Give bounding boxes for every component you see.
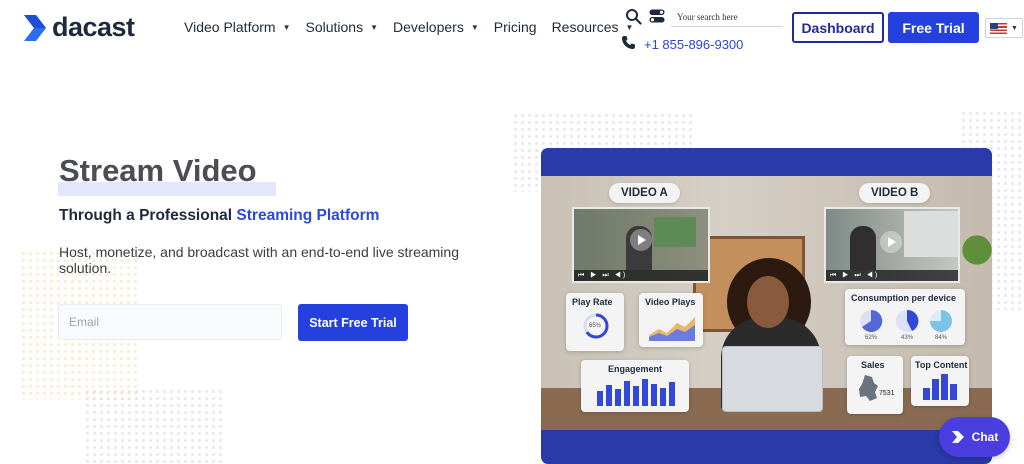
card-title: Sales: [861, 360, 885, 370]
device-share: 84%: [935, 335, 948, 341]
consumption-card: Consumption per device 62% 43% 84%: [845, 289, 965, 345]
pie-chart: [896, 309, 919, 332]
chart-bar: [642, 379, 648, 406]
chart-bar: [597, 390, 603, 406]
engagement-card: Engagement: [581, 360, 689, 412]
chart-bar: [633, 386, 639, 406]
toggle-icon[interactable]: [649, 9, 665, 23]
nav-developers[interactable]: Developers ▼: [393, 19, 479, 35]
hero-subtitle: Through a Professional Streaming Platfor…: [59, 207, 379, 225]
chart-bar: [651, 383, 657, 406]
engagement-bar-chart: [597, 378, 675, 406]
pie-chart: [860, 309, 883, 332]
thumb-person: [850, 226, 876, 270]
site-header: dacast Video Platform ▼ Solutions ▼ Develo…: [0, 0, 1024, 60]
nav-resources[interactable]: Resources ▼: [552, 19, 634, 35]
wall-panel: [904, 211, 958, 257]
us-flag-icon: [990, 22, 1007, 34]
nav-pricing[interactable]: Pricing: [494, 19, 537, 35]
chart-bar: [932, 379, 939, 400]
main-nav: Video Platform ▼ Solutions ▼ Developers ▼ P…: [184, 19, 648, 35]
device-share: 62%: [865, 335, 878, 341]
dacast-logo-icon: [24, 14, 46, 41]
product-video[interactable]: VIDEO A VIDEO B ⏮ ▶ ⏭ ◀) ⏮ ▶ ⏭ ◀) Play R…: [541, 148, 992, 464]
subtitle-accent: Streaming Platform: [236, 207, 380, 224]
start-free-trial-button[interactable]: Start Free Trial: [298, 304, 408, 341]
chart-bar: [624, 380, 630, 406]
device-share: 43%: [901, 335, 914, 341]
nav-label: Pricing: [493, 19, 537, 35]
hero-title: Stream Video: [59, 153, 257, 188]
whiteboard: [654, 217, 696, 247]
nav-solutions[interactable]: Solutions ▼: [306, 19, 379, 35]
phone-number[interactable]: +1 855-896-9300: [644, 37, 743, 52]
chart-bar: [615, 389, 621, 406]
card-title: Top Content: [915, 360, 968, 370]
chart-bar: [923, 388, 930, 400]
email-field[interactable]: [58, 304, 282, 340]
chat-logo-icon: [951, 431, 964, 443]
language-selector[interactable]: ▼: [985, 18, 1023, 38]
play-icon[interactable]: [880, 231, 902, 253]
sales-card: Sales 7531: [847, 356, 903, 414]
search-input[interactable]: [671, 7, 783, 27]
caret-down-icon: ▼: [470, 22, 479, 32]
nav-label: Resources: [551, 19, 619, 35]
player-controls: ⏮ ▶ ⏭ ◀): [826, 270, 958, 281]
video-plays-card: Video Plays: [639, 293, 703, 347]
card-title: Consumption per device: [851, 293, 957, 303]
card-title: Engagement: [607, 364, 662, 374]
nav-video-platform[interactable]: Video Platform ▼: [184, 19, 291, 35]
play-rate-card: Play Rate 65%: [566, 293, 624, 351]
card-title: Play Rate: [572, 297, 613, 307]
video-a-thumbnail[interactable]: ⏮ ▶ ⏭ ◀): [572, 207, 710, 283]
laptop: [722, 346, 823, 412]
chat-button[interactable]: Chat: [939, 417, 1010, 457]
card-title: Video Plays: [645, 297, 696, 307]
subtitle-prefix: Through a Professional: [59, 207, 237, 224]
chat-label: Chat: [971, 430, 999, 444]
chart-bar: [606, 385, 612, 406]
free-trial-button[interactable]: Free Trial: [888, 12, 979, 43]
play-icon[interactable]: [630, 229, 652, 251]
map-icon: [859, 375, 878, 401]
top-content-bar-chart: [923, 374, 957, 400]
caret-down-icon: ▼: [1011, 24, 1018, 32]
dacast-logo[interactable]: dacast: [22, 12, 135, 43]
presenter-face: [747, 276, 789, 328]
video-b-label: VIDEO B: [859, 183, 931, 203]
top-content-card: Top Content: [911, 356, 969, 406]
player-controls: ⏮ ▶ ⏭ ◀): [574, 270, 708, 281]
area-chart: [649, 317, 695, 341]
pie-chart: [930, 310, 952, 332]
search-icon[interactable]: [625, 8, 642, 25]
video-a-label: VIDEO A: [609, 183, 680, 203]
chart-bar: [941, 374, 948, 400]
chart-bar: [950, 384, 957, 400]
chart-bar: [660, 387, 666, 406]
plant: [957, 226, 992, 286]
caret-down-icon: ▼: [370, 22, 379, 32]
sales-value: 7531: [879, 390, 895, 397]
video-b-thumbnail[interactable]: ⏮ ▶ ⏭ ◀): [824, 207, 960, 283]
nav-label: Developers: [393, 19, 464, 35]
chart-bar: [669, 382, 675, 406]
nav-label: Solutions: [305, 19, 364, 35]
dashboard-button[interactable]: Dashboard: [792, 12, 884, 43]
play-rate-value: 65%: [589, 323, 602, 329]
logo-text: dacast: [52, 12, 135, 42]
nav-label: Video Platform: [184, 19, 276, 35]
phone-icon: [622, 36, 635, 49]
hero-description: Host, monetize, and broadcast with an en…: [59, 244, 459, 276]
caret-down-icon: ▼: [282, 22, 291, 32]
